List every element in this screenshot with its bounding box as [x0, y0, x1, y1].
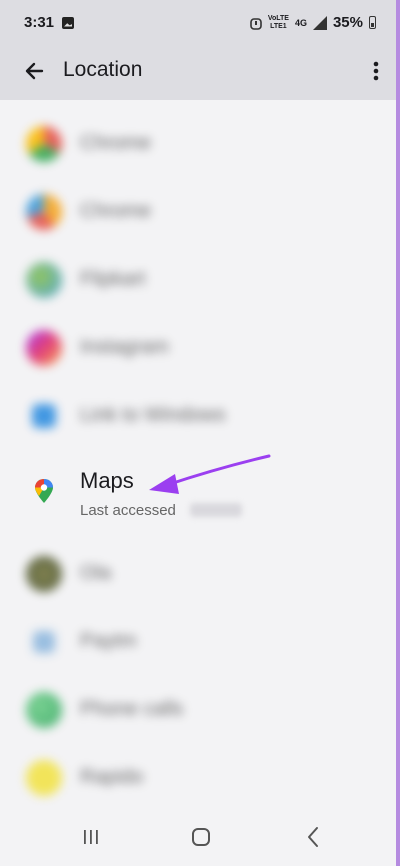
recents-icon[interactable]	[82, 828, 100, 846]
network-lte1: LTE1	[270, 22, 287, 30]
list-item[interactable]: Paytm	[0, 608, 396, 676]
google-maps-icon	[35, 479, 53, 503]
link-to-windows-icon	[32, 404, 56, 428]
maps-last-accessed: Last accessed	[80, 502, 176, 519]
list-item[interactable]: Instagram	[0, 314, 396, 382]
chrome-icon	[26, 126, 62, 162]
annotation-arrow	[149, 454, 271, 494]
list-item-label: Chrome	[80, 200, 152, 222]
app-bar: Location	[0, 44, 396, 100]
alarm-icon	[250, 17, 262, 30]
chrome-beta-icon	[26, 194, 62, 230]
network-label: VoLTE LTE1	[268, 15, 289, 31]
network-type: 4G	[294, 17, 307, 28]
battery-icon	[369, 16, 376, 29]
list-item-label: Rapido	[80, 766, 144, 788]
flipkart-icon	[26, 262, 62, 298]
ola-icon	[26, 556, 62, 592]
rapido-icon	[26, 760, 62, 796]
list-item-label: Phone calls	[80, 698, 184, 720]
gallery-notification-icon	[62, 16, 75, 29]
paytm-icon	[33, 631, 55, 653]
screen-frame: 3:31 VoLTE LTE1 4G 35% Location Chrome C…	[0, 0, 400, 866]
more-vert-icon[interactable]	[364, 58, 388, 84]
phone-calls-icon	[26, 692, 62, 728]
list-item-label: Chrome	[80, 132, 152, 154]
network-4g: 4G	[294, 17, 307, 28]
signal-icon	[312, 15, 327, 30]
navigation-bar	[0, 806, 396, 866]
list-item-label: Flipkart	[80, 268, 146, 290]
status-left: 3:31	[24, 14, 75, 31]
instagram-icon	[26, 330, 62, 366]
list-item[interactable]: Flipkart	[0, 246, 396, 314]
arrow-left-icon[interactable]	[22, 58, 48, 84]
battery-percent: 35%	[332, 14, 363, 31]
status-time: 3:31	[24, 14, 55, 31]
back-icon[interactable]	[305, 826, 321, 848]
list-item-label: Paytm	[80, 630, 137, 652]
list-item[interactable]: Rapido	[0, 744, 396, 812]
list-item-label: Link to Windows	[80, 404, 226, 426]
page-title: Location	[63, 58, 143, 81]
list-item[interactable]: Chrome	[0, 110, 396, 178]
list-item[interactable]: Ola	[0, 540, 396, 608]
network-volte: VoLTE	[267, 14, 289, 22]
maps-last-accessed-time-redacted	[190, 503, 242, 517]
list-item-label: Ola	[80, 562, 112, 584]
home-icon[interactable]	[191, 827, 211, 847]
maps-label: Maps	[80, 468, 134, 493]
status-right: VoLTE LTE1 4G 35%	[250, 14, 376, 31]
list-item-label: Instagram	[80, 336, 169, 358]
list-item[interactable]: Chrome	[0, 178, 396, 246]
list-item[interactable]: Link to Windows	[0, 382, 396, 450]
status-bar: 3:31 VoLTE LTE1 4G 35%	[0, 0, 396, 44]
list-item[interactable]: Phone calls	[0, 676, 396, 744]
